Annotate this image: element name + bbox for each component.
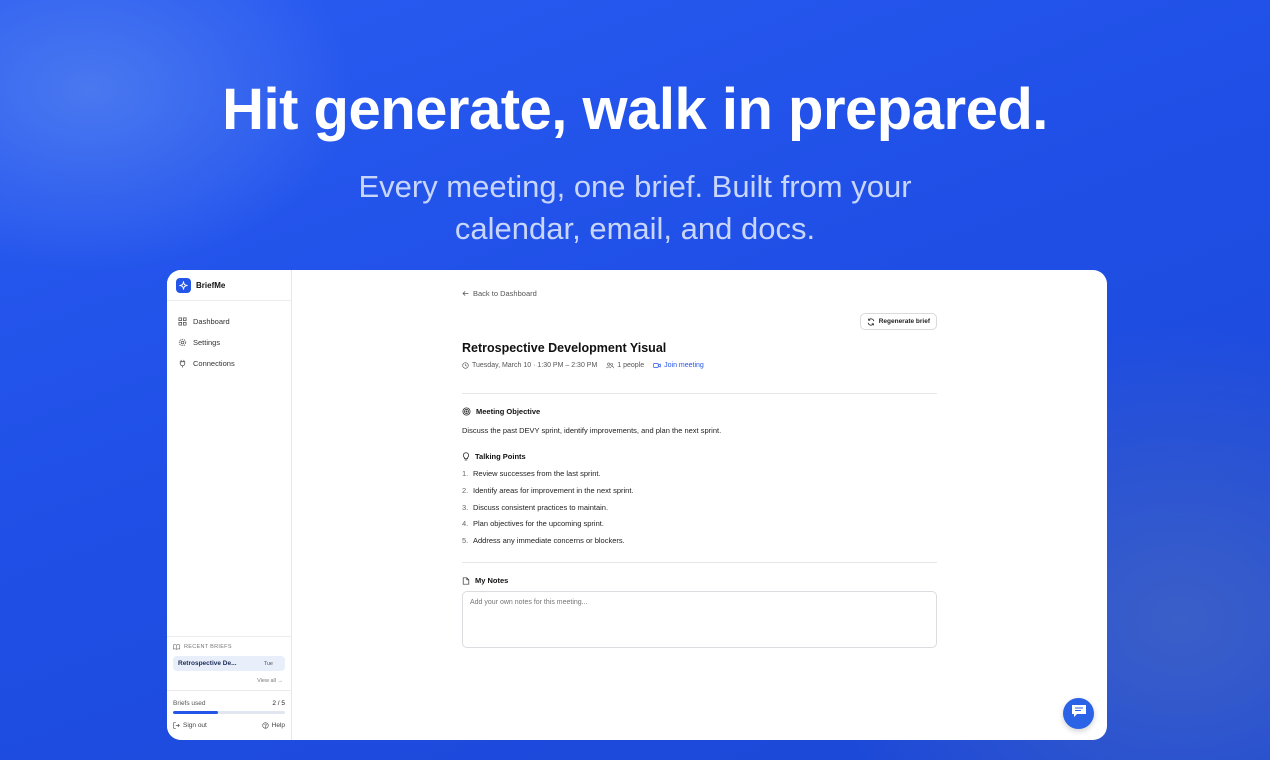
meeting-meta: Tuesday, March 10 · 1:30 PM – 2:30 PM 1 … [462,362,713,369]
sign-out-button[interactable]: Sign out [173,722,207,729]
brand-name: BriefMe [196,280,226,290]
sidebar: BriefMe Dashboard Settings Connections R… [167,270,292,740]
talking-points-list: 1. Review successes from the last sprint.… [462,469,634,553]
arrow-left-icon [462,290,469,297]
talking-point: 5. Address any immediate concerns or bloc… [462,536,625,546]
sidebar-item-label: Connections [193,359,235,368]
meeting-datetime: Tuesday, March 10 · 1:30 PM – 2:30 PM [472,362,598,369]
talking-points-heading: Talking Points [462,452,526,461]
sidebar-item-label: Settings [193,338,221,347]
divider [462,562,937,563]
refresh-icon [867,317,875,326]
brand[interactable]: BriefMe [167,270,291,301]
sidebar-item-settings[interactable]: Settings [167,332,291,353]
recent-brief-title: Retrospective De... [178,660,237,667]
brand-logo-icon [176,277,191,293]
target-icon [462,407,471,416]
objective-heading: Meeting Objective [462,407,540,416]
people-icon [606,362,615,369]
talking-point: 1. Review successes from the last sprint. [462,469,601,478]
regenerate-brief-button[interactable]: Regenerate brief [859,313,937,330]
usage-bar-fill [173,711,218,714]
back-to-dashboard-link[interactable]: Back to Dashboard [462,289,537,298]
main-panel: Back to Dashboard Regenerate brief Retro… [292,270,1107,740]
recent-brief-item[interactable]: Retrospective De... Tue [173,656,285,671]
sidebar-item-connections[interactable]: Connections [167,353,291,374]
join-meeting-link[interactable]: Join meeting [653,362,704,369]
talking-point: 3. Discuss consistent practices to mainta… [462,502,609,512]
plug-icon [178,359,188,369]
hero-title: Hit generate, walk in prepared. [222,77,1048,142]
sign-out-icon [173,722,180,729]
objective-text: Discuss the past DEVY sprint, identify i… [462,426,722,435]
usage-count: 2 / 5 [272,700,285,707]
book-icon [173,644,180,650]
chat-button[interactable] [1063,698,1094,729]
sidebar-nav: Dashboard Settings Connections [167,301,291,374]
hero-subtitle: Every meeting, one brief. Built from you… [358,169,912,246]
meeting-attendees: 1 people [617,362,645,369]
divider [462,393,937,394]
clock-icon [462,362,469,369]
video-icon [653,362,661,369]
chat-bubble-icon [1071,704,1087,723]
notes-heading: My Notes [462,576,508,585]
recent-briefs-heading: RECENT BRIEFS [173,644,285,650]
grid-icon [178,316,188,327]
document-icon [462,576,470,585]
usage-panel: Briefs used 2 / 5 Sign out Help [167,690,291,729]
usage-bar [173,711,285,714]
sidebar-item-dashboard[interactable]: Dashboard [167,311,291,332]
gear-icon [178,338,188,348]
notes-input[interactable] [462,591,937,648]
lightbulb-icon [462,452,470,461]
recent-briefs: RECENT BRIEFS Retrospective De... Tue Vi… [167,636,291,684]
app-window: BriefMe Dashboard Settings Connections R… [167,270,1107,740]
meeting-title: Retrospective Development Yisual [462,341,667,355]
sidebar-item-label: Dashboard [193,317,230,326]
view-all-link[interactable]: View all → [173,678,285,684]
help-icon [262,722,269,729]
talking-point: 2. Identify areas for improvement in the … [462,485,634,495]
usage-label: Briefs used [173,700,206,707]
recent-brief-day: Tue [263,660,273,667]
talking-point: 4. Plan objectives for the upcoming sprin… [462,519,604,529]
help-button[interactable]: Help [262,722,285,729]
